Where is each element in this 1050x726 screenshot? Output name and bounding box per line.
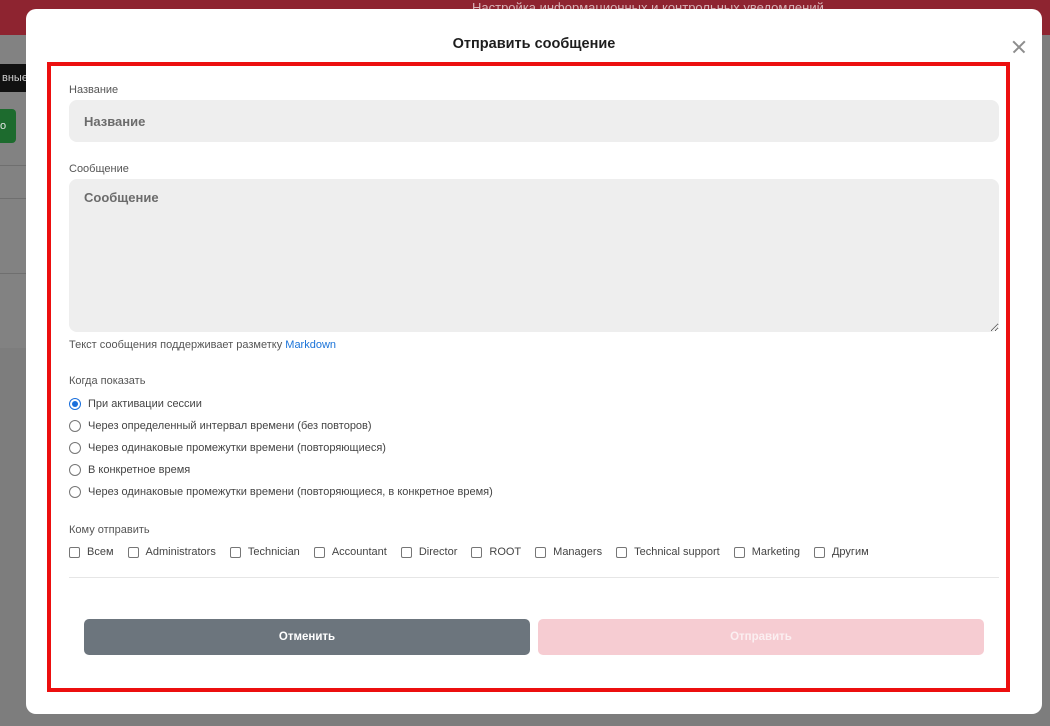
checkbox[interactable] (69, 546, 80, 558)
radio-label: Через определенный интервал времени (без… (88, 420, 372, 432)
checkbox-accountant[interactable]: Accountant (313, 546, 387, 558)
checkbox-label: Director (418, 546, 458, 558)
radio-button[interactable] (69, 442, 81, 454)
radio-label: Через одинаковые промежутки времени (пов… (88, 442, 386, 454)
checkbox-marketing[interactable]: Marketing (733, 546, 800, 558)
highlight-frame (47, 62, 1010, 692)
checkbox-technician[interactable]: Technician (229, 546, 300, 558)
recipients-label: Кому отправить (69, 524, 150, 536)
checkbox-label: Всем (87, 546, 114, 558)
checkbox[interactable] (733, 546, 745, 558)
message-textarea[interactable] (69, 179, 999, 332)
send-message-modal: Отправить сообщение Название Сообщение Т… (26, 9, 1042, 714)
checkbox[interactable] (229, 546, 241, 558)
checkbox[interactable] (813, 546, 825, 558)
radio-button[interactable] (69, 420, 81, 432)
message-label: Сообщение (69, 163, 129, 175)
recipients-checkbox-group: Всем Administrators Technician Accountan… (69, 544, 883, 560)
radio-button[interactable] (69, 398, 81, 410)
checkbox-root[interactable]: ROOT (471, 546, 521, 558)
close-icon[interactable] (1010, 38, 1028, 56)
markdown-hint: Текст сообщения поддерживает разметку Ma… (69, 339, 336, 351)
checkbox[interactable] (535, 546, 547, 558)
background-divider (0, 165, 26, 166)
background-green-button: о (0, 109, 16, 143)
name-label: Название (69, 84, 119, 96)
checkbox-label: Managers (553, 546, 603, 558)
checkbox[interactable] (400, 546, 412, 558)
name-input[interactable] (69, 100, 999, 142)
radio-label: В конкретное время (88, 464, 191, 476)
checkbox[interactable] (616, 546, 628, 558)
checkbox-others[interactable]: Другим (813, 546, 869, 558)
checkbox-label: Technician (247, 546, 300, 558)
radio-label: При активации сессии (88, 398, 202, 410)
checkbox-label: ROOT (489, 546, 522, 558)
checkbox[interactable] (471, 546, 483, 558)
radio-option[interactable]: Через определенный интервал времени (без… (69, 418, 372, 434)
markdown-link[interactable]: Markdown (285, 339, 336, 351)
background-tab: вные (0, 64, 26, 92)
background-divider (0, 198, 26, 199)
send-button[interactable]: Отправить (538, 619, 984, 655)
when-to-show-label: Когда показать (69, 375, 146, 387)
checkbox-label: Accountant (331, 546, 387, 558)
checkbox-managers[interactable]: Managers (535, 546, 602, 558)
radio-label: Через одинаковые промежутки времени (пов… (88, 486, 493, 498)
checkbox-technical-support[interactable]: Technical support (616, 546, 720, 558)
radio-button[interactable] (69, 486, 81, 498)
markdown-hint-text: Текст сообщения поддерживает разметку (69, 339, 286, 351)
checkbox-label: Другим (831, 546, 869, 558)
cancel-button[interactable]: Отменить (84, 619, 530, 655)
checkbox-administrators[interactable]: Administrators (127, 546, 216, 558)
background-divider (0, 273, 26, 274)
checkbox-label: Technical support (634, 546, 720, 558)
checkbox[interactable] (313, 546, 325, 558)
checkbox-label: Marketing (751, 546, 800, 558)
radio-option[interactable]: Через одинаковые промежутки времени (пов… (69, 484, 493, 500)
radio-option[interactable]: В конкретное время (69, 462, 190, 478)
checkbox-director[interactable]: Director (400, 546, 458, 558)
footer-divider (69, 577, 999, 578)
checkbox[interactable] (127, 546, 139, 558)
modal-title: Отправить сообщение (452, 36, 616, 52)
radio-option[interactable]: При активации сессии (69, 396, 202, 412)
radio-button[interactable] (69, 464, 81, 476)
radio-option[interactable]: Через одинаковые промежутки времени (пов… (69, 440, 386, 456)
checkbox-label: Administrators (145, 546, 216, 558)
checkbox-all[interactable]: Всем (69, 546, 114, 558)
